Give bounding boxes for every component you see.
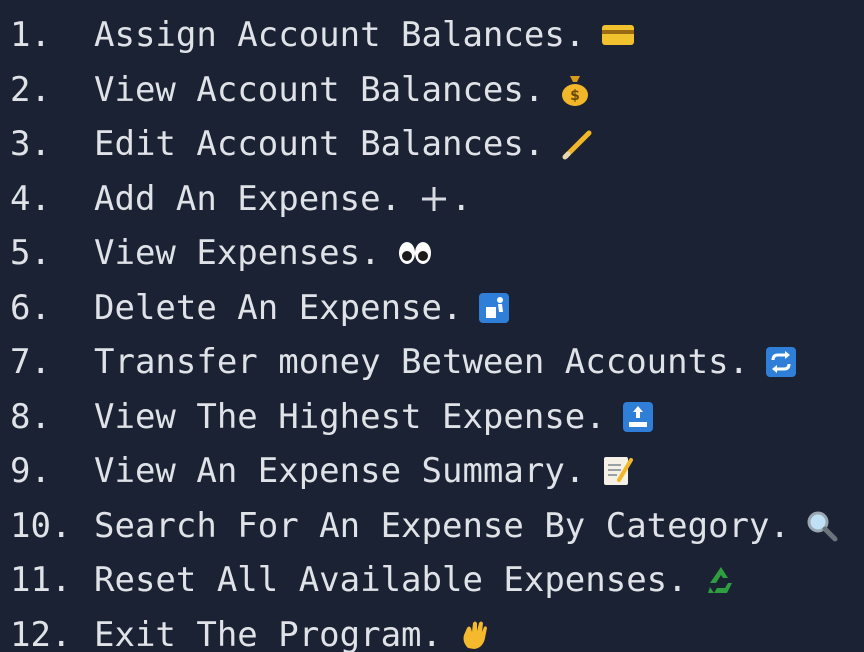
menu-item-add-expense: 4. Add An Expense. . [10, 172, 838, 227]
recycle-icon [704, 563, 738, 597]
terminal-window: 1. Assign Account Balances. 2. View Acco… [0, 0, 864, 652]
waving-hand-icon [458, 618, 492, 652]
repeat-icon [765, 346, 797, 378]
plus-icon [417, 182, 451, 216]
menu-item-label: Delete An Expense. [94, 287, 463, 328]
menu-item-exit: 12. Exit The Program. [10, 608, 838, 652]
menu-item-number: 3. [10, 124, 51, 165]
menu-item-number: 4. [10, 178, 51, 219]
menu-item-number: 9. [10, 451, 51, 492]
menu-item-label: Exit The Program. [94, 614, 442, 652]
menu-item-reset-expenses: 11. Reset All Available Expenses. [10, 553, 838, 608]
menu-item-highest-expense: 8. View The Highest Expense. [10, 390, 838, 445]
menu-item-view-balances: 2. View Account Balances. $ [10, 63, 838, 118]
menu-item-delete-expense: 6. Delete An Expense. [10, 281, 838, 336]
menu-item-search-category: 10. Search For An Expense By Category. [10, 499, 838, 554]
menu-item-transfer-money: 7. Transfer money Between Accounts. [10, 335, 838, 390]
menu-item-expense-summary: 9. View An Expense Summary. [10, 444, 838, 499]
eyes-icon [397, 240, 433, 266]
svg-text:$: $ [570, 88, 580, 104]
menu-item-number: 12. [10, 614, 72, 652]
plus-suffix: . [451, 178, 472, 219]
menu-item-number: 2. [10, 69, 51, 110]
magnifier-icon [806, 510, 838, 542]
menu-item-number: 5. [10, 233, 51, 274]
menu-item-edit-balances: 3. Edit Account Balances. [10, 117, 838, 172]
menu-item-number: 11. [10, 560, 72, 601]
menu-item-label: View Expenses. [94, 233, 381, 274]
memo-icon [601, 454, 634, 488]
menu-item-label: Reset All Available Expenses. [94, 560, 688, 601]
menu-item-number: 10. [10, 505, 72, 546]
menu-item-label: Assign Account Balances. [94, 15, 586, 56]
menu-item-label: Add An Expense. [94, 178, 402, 219]
menu-item-number: 1. [10, 15, 51, 56]
menu-item-number: 8. [10, 396, 51, 437]
credit-card-icon [601, 23, 635, 47]
menu-item-view-expenses: 5. View Expenses. [10, 226, 838, 281]
menu-item-number: 7. [10, 342, 51, 383]
pencil-icon [560, 127, 594, 161]
menu-item-label: Search For An Expense By Category. [94, 505, 790, 546]
menu-item-label: View The Highest Expense. [94, 396, 606, 437]
menu-item-label: Edit Account Balances. [94, 124, 545, 165]
menu-item-label: View An Expense Summary. [94, 451, 586, 492]
menu-item-number: 6. [10, 287, 51, 328]
menu-item-label: View Account Balances. [94, 69, 545, 110]
menu-item-assign-balances: 1. Assign Account Balances. [10, 8, 838, 63]
main-menu: 1. Assign Account Balances. 2. View Acco… [10, 8, 838, 652]
top-arrow-icon [622, 401, 654, 433]
money-bag-icon: $ [560, 73, 590, 107]
menu-item-label: Transfer money Between Accounts. [94, 342, 750, 383]
trash-sign-icon [478, 292, 510, 324]
